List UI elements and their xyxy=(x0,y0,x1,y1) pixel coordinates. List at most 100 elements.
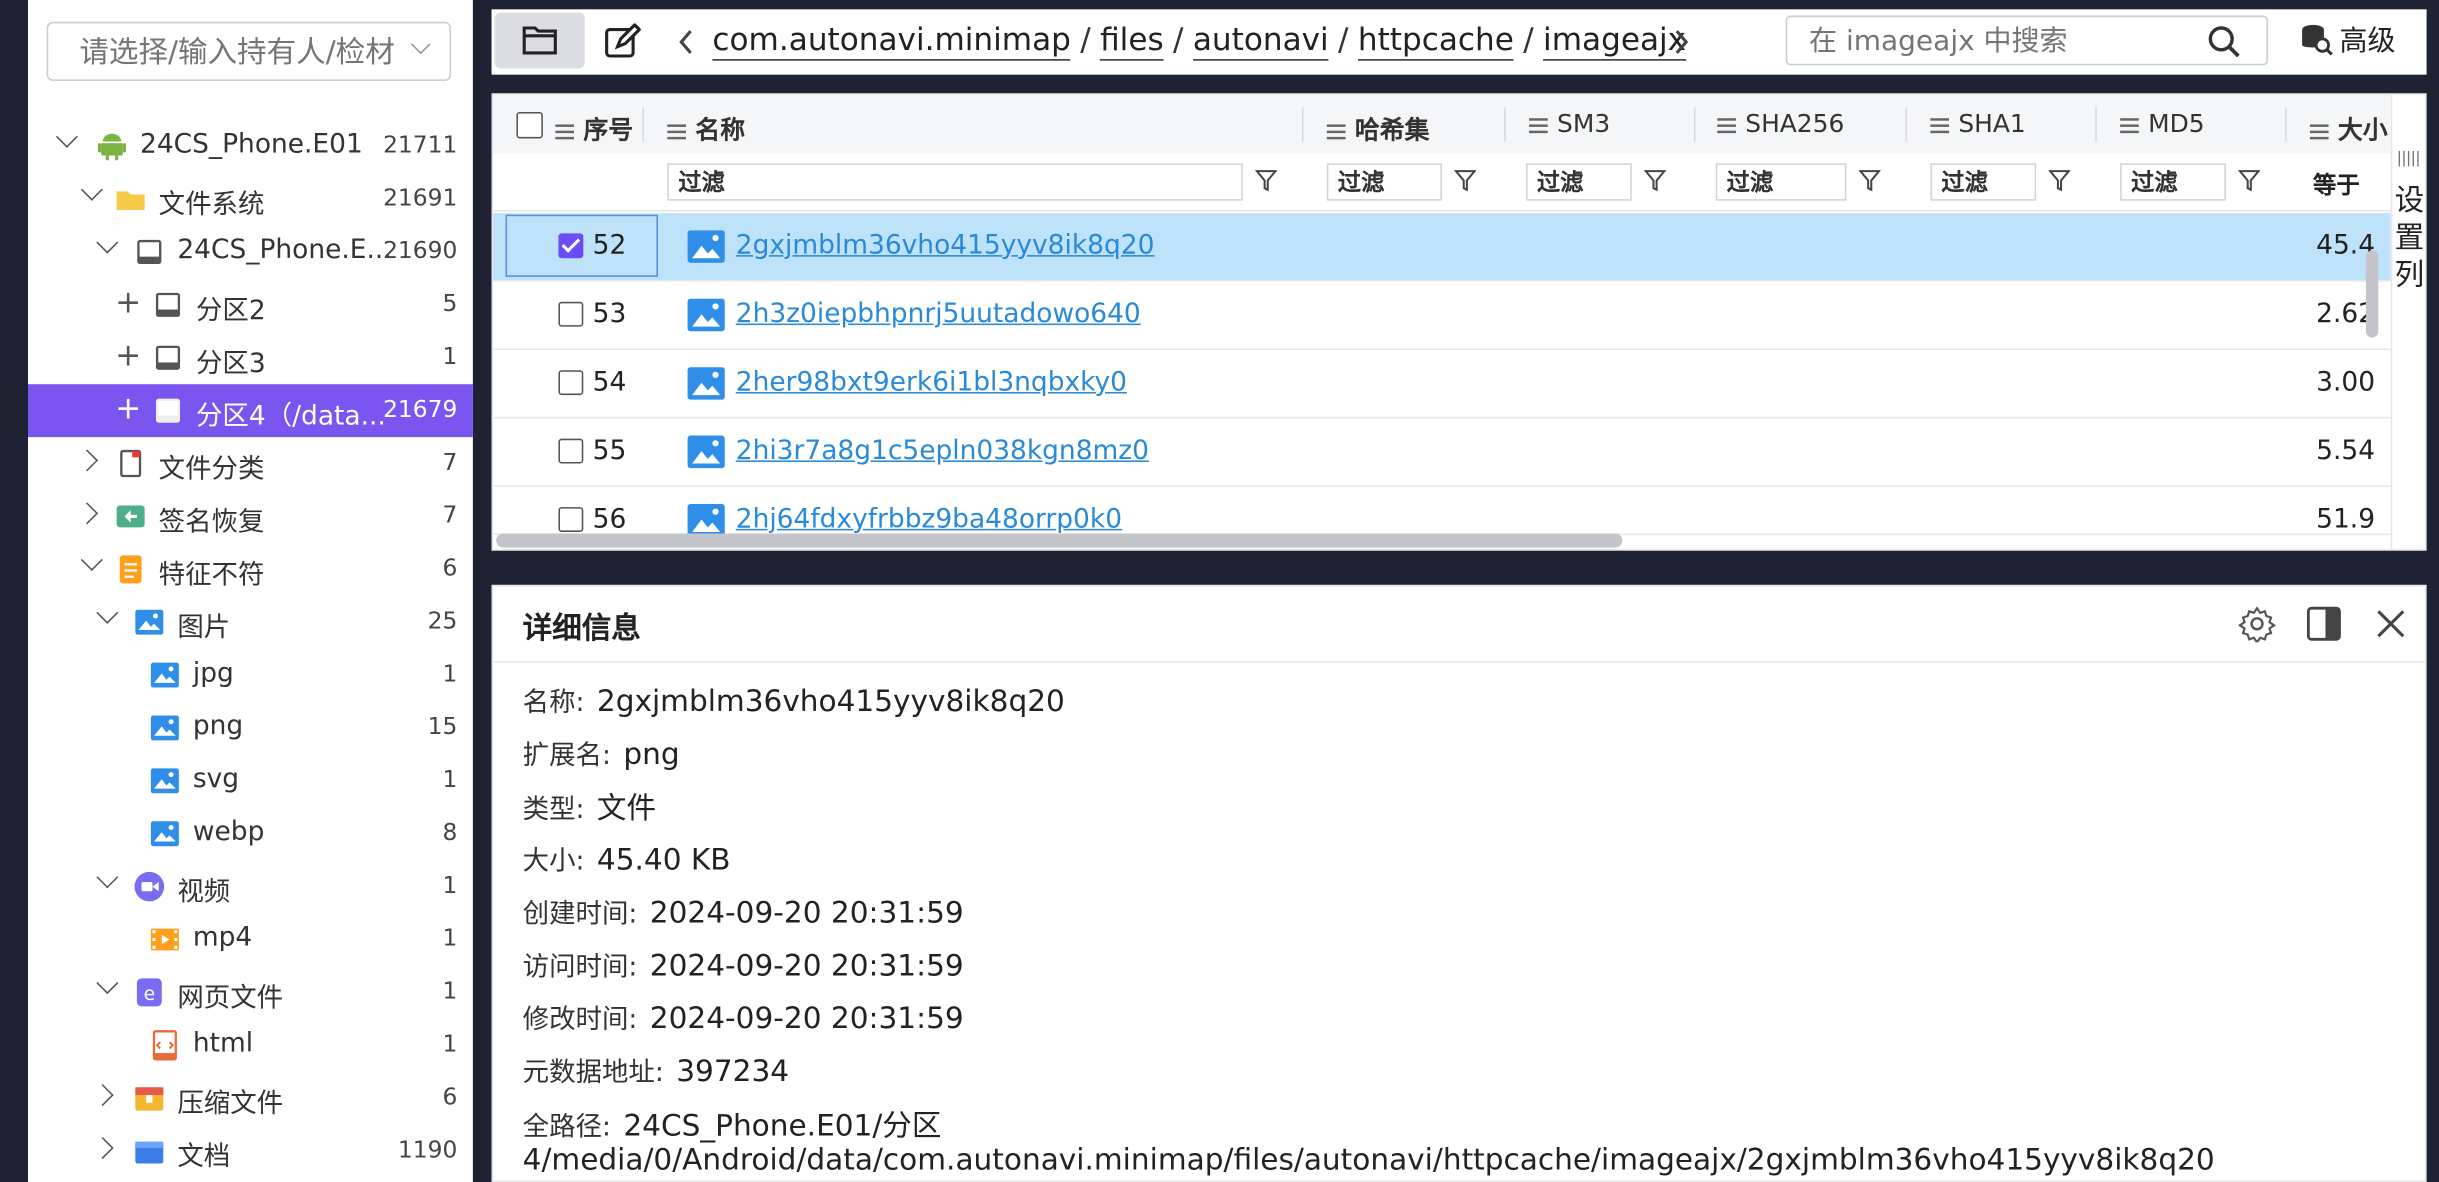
folder-view-button[interactable] xyxy=(494,12,585,69)
tree-item-mismatch[interactable]: 特征不符 6 xyxy=(28,543,473,596)
sm3-filter-input[interactable]: 过滤 xyxy=(1525,163,1632,201)
search-box[interactable] xyxy=(1785,15,2268,66)
tree-item-png[interactable]: png 15 xyxy=(28,702,473,755)
expand-toggle[interactable] xyxy=(96,1137,118,1159)
gear-icon[interactable] xyxy=(2238,605,2276,643)
breadcrumb-item[interactable]: files xyxy=(1100,20,1164,61)
tree-item-webpage[interactable]: e 网页文件 1 xyxy=(28,966,473,1019)
filter-icon[interactable] xyxy=(1858,170,1881,192)
column-header-md5[interactable]: MD5 xyxy=(2120,109,2205,138)
column-divider[interactable] xyxy=(2285,107,2287,142)
row-checkbox[interactable] xyxy=(558,233,584,259)
expand-plus-icon[interactable]: + xyxy=(115,339,141,370)
breadcrumb-item[interactable]: httpcache xyxy=(1357,20,1514,61)
row-checkbox[interactable] xyxy=(558,507,584,532)
search-icon[interactable] xyxy=(2207,25,2241,59)
column-divider[interactable] xyxy=(1301,107,1304,142)
expand-plus-icon[interactable]: + xyxy=(115,392,141,423)
expand-toggle[interactable] xyxy=(81,502,103,524)
filter-icon[interactable] xyxy=(1255,170,1278,192)
column-header-name[interactable]: 名称 xyxy=(667,109,745,146)
file-name-link[interactable]: 2gxjmblm36vho415yyv8ik8q20 xyxy=(736,230,1155,261)
vertical-scrollbar[interactable] xyxy=(2365,250,2379,338)
chevron-right-icon[interactable] xyxy=(1674,30,1690,55)
tree-item-file-category[interactable]: 文件分类 7 xyxy=(28,437,473,490)
expand-toggle[interactable] xyxy=(81,450,103,472)
tree-item-svg[interactable]: svg 1 xyxy=(28,754,473,807)
column-header-sha1[interactable]: SHA1 xyxy=(1930,109,2026,138)
tree-item-filesystem[interactable]: 文件系统 21691 xyxy=(28,173,473,226)
column-divider[interactable] xyxy=(1693,107,1696,142)
expand-toggle[interactable] xyxy=(96,1084,118,1106)
file-name-link[interactable]: 2hi3r7a8g1c5epln038kgn8mz0 xyxy=(736,436,1149,467)
tree-item-archive[interactable]: 压缩文件 6 xyxy=(28,1072,473,1125)
tree-item-html[interactable]: html 1 xyxy=(28,1019,473,1072)
breadcrumb-item[interactable]: autonavi xyxy=(1192,20,1329,61)
name-filter-input[interactable]: 过滤 xyxy=(667,163,1243,201)
tree-item-signature-recovery[interactable]: 签名恢复 7 xyxy=(28,490,473,543)
tree-item-video[interactable]: 视频 1 xyxy=(28,860,473,913)
filter-icon[interactable] xyxy=(2238,170,2261,192)
collapse-toggle[interactable] xyxy=(96,978,118,1000)
column-header-hash-set[interactable]: 哈希集 xyxy=(1326,109,1430,146)
column-settings-button[interactable]: 设置列 xyxy=(2390,94,2426,550)
column-header-index[interactable]: 序号 xyxy=(555,109,633,146)
breadcrumb-item[interactable]: com.autonavi.minimap xyxy=(712,20,1071,61)
tree-item-partition4[interactable]: + 分区4（/data... 21679 xyxy=(27,384,473,438)
breadcrumb-item[interactable]: imageajx xyxy=(1543,20,1687,61)
tree-item-documents[interactable]: 文档 1190 xyxy=(28,1125,473,1178)
column-header-sm3[interactable]: SM3 xyxy=(1529,109,1610,138)
collapse-toggle[interactable] xyxy=(96,238,118,260)
chevron-down-icon[interactable] xyxy=(410,34,431,55)
row-checkbox[interactable] xyxy=(558,438,584,464)
sha256-filter-input[interactable]: 过滤 xyxy=(1715,163,1847,201)
column-divider[interactable] xyxy=(2095,107,2097,142)
filter-icon[interactable] xyxy=(2048,170,2071,192)
md5-filter-input[interactable]: 过滤 xyxy=(2120,163,2226,201)
tree-item-jpg[interactable]: jpg 1 xyxy=(28,649,473,702)
close-icon[interactable] xyxy=(2372,605,2409,642)
panel-toggle-icon[interactable] xyxy=(2305,605,2342,642)
filter-icon[interactable] xyxy=(1454,170,1477,192)
chevron-left-icon[interactable] xyxy=(678,30,694,55)
table-row[interactable]: 52 2gxjmblm36vho415yyv8ik8q20 45.4 xyxy=(493,213,2391,282)
edit-button[interactable] xyxy=(594,12,684,68)
tree-item-partition2[interactable]: + 分区2 5 xyxy=(28,278,473,331)
collapse-toggle[interactable] xyxy=(81,555,103,577)
search-input[interactable] xyxy=(1805,23,2202,60)
tree-item-webp[interactable]: webp 8 xyxy=(28,807,473,860)
column-divider[interactable] xyxy=(642,107,644,142)
sha1-filter-input[interactable]: 过滤 xyxy=(1930,163,2037,201)
collapse-toggle[interactable] xyxy=(96,873,118,895)
row-checkbox[interactable] xyxy=(558,370,584,396)
tree-item-partition3[interactable]: + 分区3 1 xyxy=(28,331,473,384)
tree-item-image-file[interactable]: 24CS_Phone.E... 21690 xyxy=(28,226,473,279)
collapse-toggle[interactable] xyxy=(96,608,118,630)
owner-select[interactable] xyxy=(46,21,452,81)
horizontal-scrollbar[interactable] xyxy=(496,533,1623,548)
tree-item-device[interactable]: 24CS_Phone.E01 21711 xyxy=(28,120,473,173)
table-row[interactable]: 54 2her98bxt9erk6i1bl3nqbxky0 3.00 xyxy=(493,350,2391,419)
table-row[interactable]: 56 2hj64fdxyfrbbz9ba48orrp0k0 51.9 xyxy=(493,487,2391,536)
tree-item-mp4[interactable]: mp4 1 xyxy=(28,913,473,966)
file-name-link[interactable]: 2h3z0iepbhpnrj5uutadowo640 xyxy=(736,299,1141,330)
select-all-checkbox[interactable] xyxy=(516,111,543,139)
size-filter-operator[interactable]: 等于 xyxy=(2313,168,2360,201)
tree-item-images[interactable]: 图片 25 xyxy=(28,596,473,649)
file-name-link[interactable]: 2her98bxt9erk6i1bl3nqbxky0 xyxy=(736,367,1127,398)
table-row[interactable]: 53 2h3z0iepbhpnrj5uutadowo640 2.62 xyxy=(493,282,2391,350)
collapse-toggle[interactable] xyxy=(56,132,78,154)
column-divider[interactable] xyxy=(1905,107,1908,142)
advanced-search-button[interactable]: 高级 xyxy=(2299,19,2395,59)
expand-plus-icon[interactable]: + xyxy=(115,286,141,317)
file-name-link[interactable]: 2hj64fdxyfrbbz9ba48orrp0k0 xyxy=(736,504,1122,534)
owner-select-input[interactable] xyxy=(76,34,410,72)
row-checkbox[interactable] xyxy=(558,301,584,327)
column-header-sha256[interactable]: SHA256 xyxy=(1717,109,1844,138)
hash-set-filter-input[interactable]: 过滤 xyxy=(1326,163,1442,201)
column-divider[interactable] xyxy=(1504,107,1506,142)
filter-icon[interactable] xyxy=(1644,170,1666,192)
column-header-size[interactable]: 大小 xyxy=(2309,109,2388,146)
table-row[interactable]: 55 2hi3r7a8g1c5epln038kgn8mz0 5.54 xyxy=(493,418,2391,487)
collapse-toggle[interactable] xyxy=(81,185,103,207)
